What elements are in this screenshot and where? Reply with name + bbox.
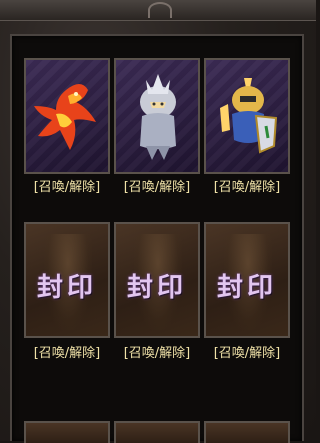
summon-release-button[interactable]: [召喚/解除] — [20, 342, 114, 361]
summon-release-button[interactable]: [召喚/解除] — [110, 342, 204, 361]
ornament-icon — [148, 2, 172, 18]
seal-label: 封印 — [216, 273, 277, 303]
pet-slot-partial — [114, 421, 200, 443]
seal-label: 封印 — [36, 273, 97, 303]
pet-slot-partial — [204, 421, 290, 443]
phoenix-icon — [34, 84, 96, 150]
pet-slot-sealed[interactable]: 封印 — [204, 222, 290, 338]
summon-release-button[interactable]: [召喚/解除] — [110, 176, 204, 195]
golden-knight-icon — [220, 78, 278, 154]
pet-slot-golden-knight[interactable] — [204, 58, 290, 174]
pet-slot-sealed[interactable]: 封印 — [24, 222, 110, 338]
summon-release-button[interactable]: [召喚/解除] — [200, 342, 294, 361]
seal-label: 封印 — [126, 273, 187, 303]
pet-slot-phoenix[interactable] — [24, 58, 110, 174]
pet-slot-silver-warrior[interactable] — [114, 58, 200, 174]
silver-warrior-icon — [140, 74, 176, 160]
pet-summon-window: [召喚/解除] [召喚/解除] [召喚/解除] 封印 封印 封印 [召喚/解除]… — [0, 0, 316, 443]
window-top-ornament — [0, 0, 316, 21]
summon-release-button[interactable]: [召喚/解除] — [200, 176, 294, 195]
pet-slot-partial — [24, 421, 110, 443]
pet-grid-panel: [召喚/解除] [召喚/解除] [召喚/解除] 封印 封印 封印 [召喚/解除]… — [10, 34, 304, 443]
summon-release-button[interactable]: [召喚/解除] — [20, 176, 114, 195]
pet-slot-sealed[interactable]: 封印 — [114, 222, 200, 338]
